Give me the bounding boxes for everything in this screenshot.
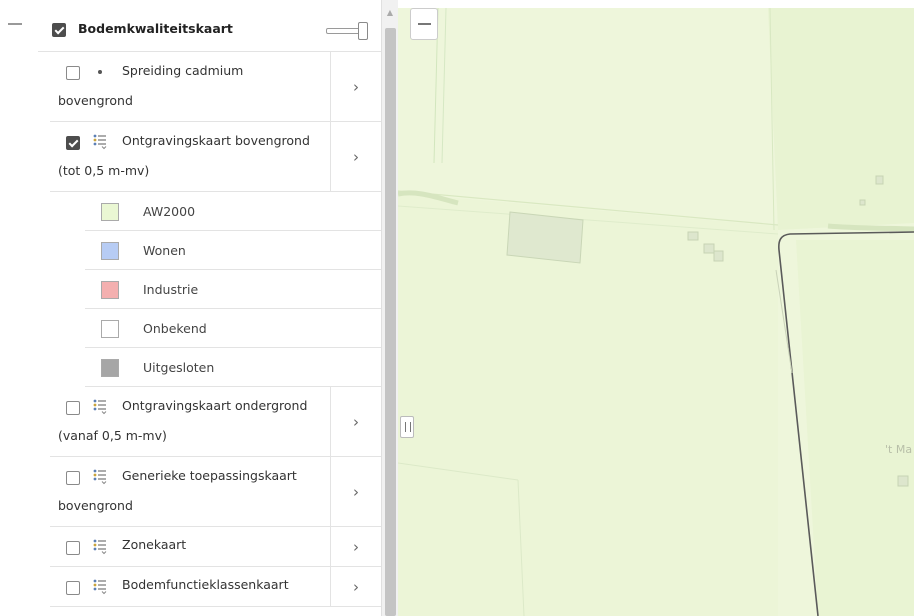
legend-list-icon[interactable] bbox=[93, 134, 107, 150]
legend-list-icon[interactable] bbox=[93, 579, 107, 595]
layer-label: Zonekaart bbox=[122, 537, 187, 552]
legend-swatch bbox=[101, 203, 119, 221]
opacity-slider[interactable] bbox=[326, 22, 368, 40]
layer-label-cont: bovengrond bbox=[58, 93, 133, 108]
layer-details-chevron[interactable]: › bbox=[330, 122, 381, 191]
legend-item: Industrie bbox=[85, 270, 381, 309]
layer-panel: Bodemkwaliteitskaart Spreiding cadmium b… bbox=[0, 0, 381, 616]
layer-label-cont: (tot 0,5 m-mv) bbox=[58, 163, 150, 178]
legend-label: AW2000 bbox=[143, 204, 196, 219]
layer-label: Generieke toepassingskaart bbox=[122, 468, 297, 483]
legend-label: Wonen bbox=[143, 243, 186, 258]
layer-item-bodemfunctieklassenkaart: Bodemfunctieklassenkaart › bbox=[50, 567, 381, 607]
layer-item-ontgravingskaart-ondergrond: Ontgravingskaart ondergrond (vanaf 0,5 m… bbox=[50, 387, 381, 457]
group-title: Bodemkwaliteitskaart bbox=[78, 21, 233, 36]
panel-scrollbar[interactable]: ▲ bbox=[381, 0, 398, 616]
layer-label: Ontgravingskaart bovengrond bbox=[122, 133, 310, 148]
map-place-label: 't Ma bbox=[885, 443, 913, 456]
layer-checkbox[interactable] bbox=[66, 136, 80, 150]
layer-item-ontgravingskaart-bovengrond: Ontgravingskaart bovengrond (tot 0,5 m-m… bbox=[50, 122, 381, 192]
legend-list-icon[interactable] bbox=[93, 399, 107, 415]
layer-label: Spreiding cadmium bbox=[122, 63, 244, 78]
legend-swatch bbox=[101, 359, 119, 377]
collapse-group-button[interactable] bbox=[8, 17, 22, 31]
legend-swatch bbox=[101, 281, 119, 299]
legend-item: AW2000 bbox=[85, 192, 381, 231]
legend-label: Industrie bbox=[143, 282, 199, 297]
group-checkbox[interactable] bbox=[52, 23, 66, 37]
scroll-up-arrow-icon[interactable]: ▲ bbox=[382, 8, 398, 20]
legend-item: Uitgesloten bbox=[85, 348, 381, 387]
layer-item-zonekaart: Zonekaart › bbox=[50, 527, 381, 567]
legend-swatch bbox=[101, 320, 119, 338]
map-canvas bbox=[398, 8, 914, 616]
layer-label: Ontgravingskaart ondergrond bbox=[122, 398, 308, 413]
legend-list-icon[interactable] bbox=[93, 469, 107, 485]
legend-swatch bbox=[101, 242, 119, 260]
legend-item: Wonen bbox=[85, 231, 381, 270]
layer-checkbox[interactable] bbox=[66, 401, 80, 415]
layer-details-chevron[interactable]: › bbox=[330, 52, 381, 121]
layer-details-chevron[interactable]: › bbox=[330, 387, 381, 456]
layer-item-generieke-toepassingskaart: Generieke toepassingskaart bovengrond › bbox=[50, 457, 381, 527]
zoom-out-button[interactable] bbox=[410, 8, 438, 40]
map-view[interactable]: 't Ma bbox=[398, 8, 914, 616]
scrollbar-thumb[interactable] bbox=[385, 28, 396, 616]
layer-checkbox[interactable] bbox=[66, 581, 80, 595]
layer-label: Bodemfunctieklassenkaart bbox=[122, 577, 289, 592]
dot-icon bbox=[98, 70, 102, 74]
layer-details-chevron[interactable]: › bbox=[330, 567, 381, 606]
layer-checkbox[interactable] bbox=[66, 541, 80, 555]
layer-group-header: Bodemkwaliteitskaart bbox=[38, 8, 381, 52]
layer-item-spreiding-cadmium: Spreiding cadmium bovengrond › bbox=[50, 52, 381, 122]
legend-list-icon[interactable] bbox=[93, 539, 107, 555]
layer-details-chevron[interactable]: › bbox=[330, 527, 381, 566]
layer-label-cont: (vanaf 0,5 m-mv) bbox=[58, 428, 167, 443]
legend-item: Onbekend bbox=[85, 309, 381, 348]
layer-details-chevron[interactable]: › bbox=[330, 457, 381, 526]
opacity-slider-thumb[interactable] bbox=[358, 22, 368, 40]
layer-label-cont: bovengrond bbox=[58, 498, 133, 513]
legend-label: Onbekend bbox=[143, 321, 207, 336]
legend-label: Uitgesloten bbox=[143, 360, 215, 375]
panel-resize-handle[interactable] bbox=[400, 416, 414, 438]
layer-checkbox[interactable] bbox=[66, 471, 80, 485]
layer-checkbox[interactable] bbox=[66, 66, 80, 80]
